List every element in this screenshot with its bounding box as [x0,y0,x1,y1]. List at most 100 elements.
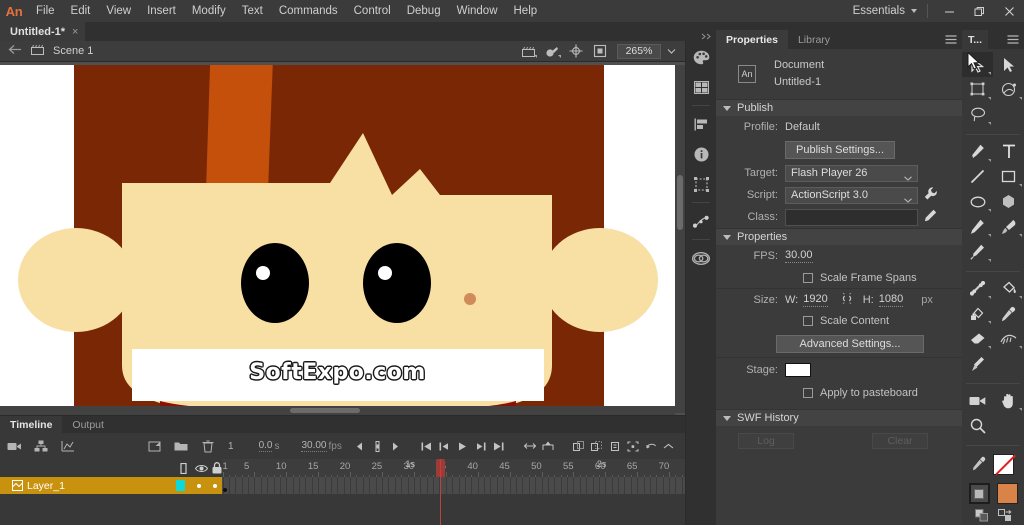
frame-cell[interactable] [522,477,524,494]
swap-colors-icon[interactable] [997,509,1012,525]
frame-cell[interactable] [618,477,620,494]
panel-menu-icon[interactable] [940,30,962,49]
class-field[interactable] [785,208,918,226]
frame-cell[interactable] [299,477,301,494]
pen-tool[interactable] [962,139,993,164]
frame-cell[interactable] [649,477,651,494]
next-keyframe-icon[interactable] [388,439,403,454]
edit-multiple-frames-icon[interactable] [607,439,622,454]
fps-readout[interactable]: 30.00 [301,440,327,452]
width-tool[interactable] [993,326,1024,351]
zoom-tool[interactable] [962,413,993,438]
eraser-tool[interactable] [962,326,993,351]
frame-cell[interactable] [464,477,466,494]
frame-cell[interactable] [662,477,664,494]
frame-cell[interactable] [669,477,671,494]
stage-horizontal-scrollbar[interactable] [0,406,675,415]
rectangle-tool[interactable] [993,164,1024,189]
frame-cell[interactable] [401,477,403,494]
onion-center-icon[interactable] [370,439,385,454]
frame-cell[interactable] [248,477,250,494]
frame-cell[interactable] [586,477,588,494]
script-select[interactable]: ActionScript 3.0 [785,186,918,204]
menu-edit[interactable]: Edit [63,0,99,22]
default-colors-icon[interactable] [974,509,989,525]
loop-icon[interactable] [540,439,555,454]
frame-cell[interactable] [458,477,460,494]
panel-menu-icon[interactable] [1002,30,1024,49]
layer-outline-color[interactable] [176,480,185,491]
frame-cell[interactable] [496,477,498,494]
frame-cell[interactable] [267,477,269,494]
section-swf-history[interactable]: SWF History [716,409,962,426]
document-name-label[interactable]: Untitled-1 [774,74,824,91]
stroke-color-swatch[interactable] [968,483,990,504]
frame-cell[interactable] [433,477,435,494]
frame-cell[interactable] [292,477,294,494]
pencil-tool[interactable] [962,214,993,239]
swatches-icon[interactable] [686,72,716,102]
color-palette-icon[interactable] [686,42,716,72]
frame-cell[interactable] [350,477,352,494]
rail-collapse-grip[interactable] [686,30,716,42]
motion-editor-icon[interactable] [686,206,716,236]
lasso-tool[interactable] [962,102,993,127]
ink-bottle-tool[interactable] [962,301,993,326]
layer-lock-toggle[interactable] [213,483,217,488]
frame-cell[interactable] [605,477,607,494]
frame-cell[interactable] [624,477,626,494]
fps-value[interactable]: 30.00 [785,249,813,263]
stroke-eyedropper-icon[interactable] [972,456,986,474]
stage-area[interactable]: SoftExpo.com [0,62,685,415]
frame-cell[interactable] [330,477,332,494]
frame-cell[interactable] [515,477,517,494]
scrollbar-thumb[interactable] [677,175,683,230]
frame-cell[interactable] [592,477,594,494]
frame-cell[interactable] [656,477,658,494]
frame-cell[interactable] [490,477,492,494]
creative-cloud-icon[interactable] [686,243,716,273]
elapsed-time-readout[interactable]: 0.0 [258,440,273,452]
restore-button[interactable] [964,0,994,22]
frame-cell[interactable] [279,477,281,494]
stage-vertical-scrollbar[interactable] [675,65,685,413]
zoom-dropdown-button[interactable] [663,44,679,59]
menu-text[interactable]: Text [234,0,271,22]
close-icon[interactable]: × [72,26,78,38]
profile-value[interactable]: Default [785,121,820,133]
frame-cell[interactable] [324,477,326,494]
menu-file[interactable]: File [28,0,63,22]
paintbrush-tool[interactable] [993,214,1024,239]
collapse-icon[interactable] [661,439,676,454]
new-folder-icon[interactable] [173,438,189,454]
tab-tools[interactable]: T... [962,30,989,49]
anchor-tool[interactable] [962,351,993,376]
frame-cell[interactable] [611,477,613,494]
modify-markers-icon[interactable] [625,439,640,454]
step-forward-icon[interactable] [473,439,488,454]
free-transform-tool[interactable] [962,77,993,102]
frame-cell[interactable] [407,477,409,494]
selection-tool[interactable] [962,52,993,77]
frame-cell[interactable] [426,477,428,494]
frame-cell[interactable] [528,477,530,494]
scale-frame-spans-row[interactable]: Scale Frame Spans [716,267,962,288]
frame-cell[interactable] [235,477,237,494]
frame-cell[interactable] [286,477,288,494]
frame-cell[interactable] [420,477,422,494]
timeline-ruler[interactable]: 15101520253035404550556065701s2s [222,459,685,477]
frame-cell[interactable] [560,477,562,494]
frame-cell[interactable] [445,477,447,494]
frame-cell[interactable] [554,477,556,494]
frame-cell[interactable] [337,477,339,494]
apply-to-pasteboard-checkbox[interactable] [803,387,813,398]
line-tool[interactable] [962,164,993,189]
menu-commands[interactable]: Commands [271,0,346,22]
layer-visible-toggle[interactable] [197,483,201,488]
frame-cell[interactable] [273,477,275,494]
height-value[interactable]: 1080 [878,293,904,307]
camera-icon[interactable] [6,438,22,454]
menu-modify[interactable]: Modify [184,0,234,22]
workspace-switcher[interactable]: Essentials [849,5,921,17]
frame-cell[interactable] [535,477,537,494]
